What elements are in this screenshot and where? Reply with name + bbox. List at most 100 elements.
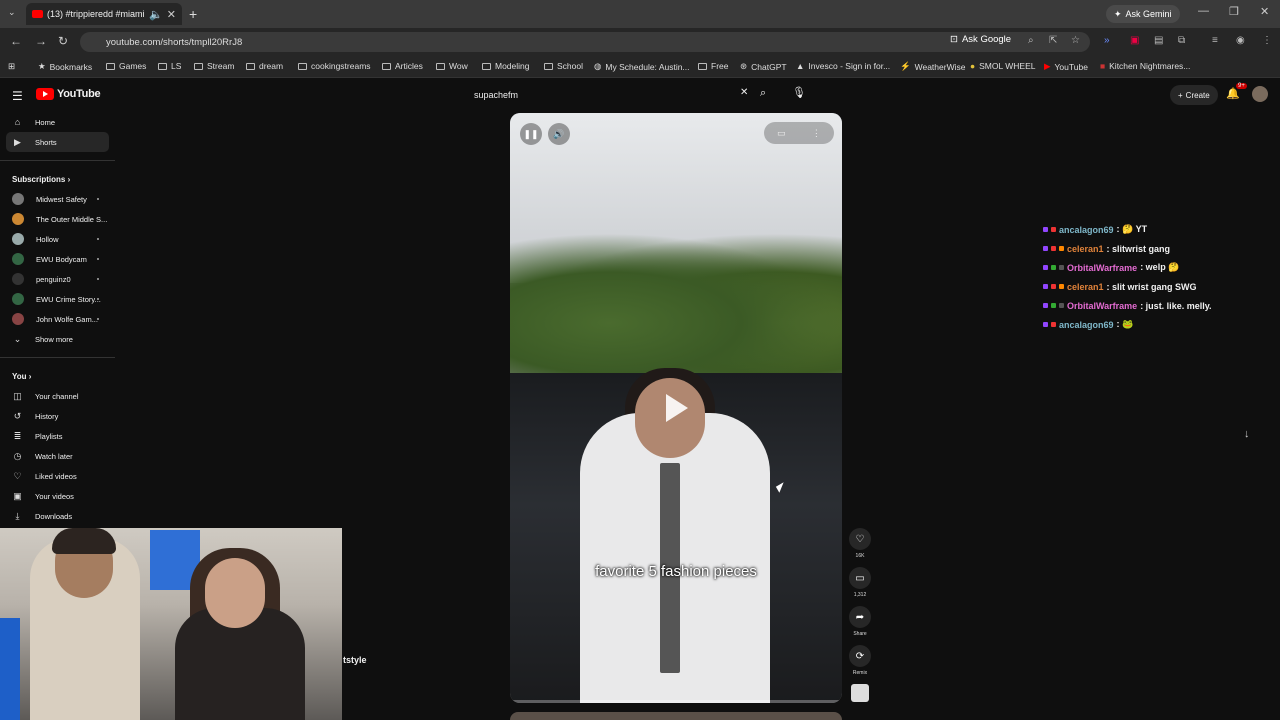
back-icon[interactable]: ← <box>10 34 22 48</box>
bookmark-label: LS <box>171 61 182 71</box>
bookmark-item[interactable]: Games <box>106 61 146 71</box>
bookmark-item[interactable]: ⊛ ChatGPT <box>740 61 787 72</box>
chat-text: : welp 🤔 <box>1140 262 1180 272</box>
window-close-icon[interactable]: ✕ <box>1260 5 1269 18</box>
bookmark-item[interactable]: School <box>544 61 583 71</box>
badge-icon <box>1059 284 1064 289</box>
new-content-dot <box>97 318 99 320</box>
create-button[interactable]: + Create <box>1170 85 1218 105</box>
sidebar-item-watch-later[interactable]: ◷ Watch later <box>0 446 115 466</box>
bookmark-item[interactable]: dream <box>246 61 283 71</box>
bookmark-star-icon[interactable]: ☆ <box>1071 35 1080 46</box>
sidebar-item-home[interactable]: ⌂ Home <box>0 112 115 132</box>
minimize-icon[interactable]: — <box>1198 5 1209 17</box>
sidebar-item-liked-videos[interactable]: ♡ Liked videos <box>0 466 115 486</box>
subscription-item[interactable]: EWU Crime Story... <box>0 289 115 309</box>
sidebar-item-playlists[interactable]: ≣ Playlists <box>0 426 115 446</box>
remix-button[interactable]: ⟳ Remix <box>848 645 872 676</box>
more-options-icon[interactable]: ⋮ <box>812 128 821 139</box>
next-short-preview[interactable] <box>510 712 842 720</box>
browser-tab[interactable]: (13) #trippieredd #miami # 🔈 ✕ <box>26 3 182 25</box>
extension-icon[interactable]: ▣ <box>1130 35 1139 46</box>
chat-message: celeran1 : slitwrist gang <box>1043 239 1273 258</box>
wheel-icon: ● <box>970 61 976 71</box>
forward-icon[interactable]: → <box>35 34 47 48</box>
bookmark-item[interactable]: Free <box>698 61 728 71</box>
sidebar-item-shorts[interactable]: ▶ Shorts <box>6 132 109 152</box>
share-button[interactable]: ➦ Share <box>848 606 872 637</box>
bookmark-item[interactable]: ● SMOL WHEEL <box>970 61 1036 71</box>
bookmark-item[interactable]: ◍ My Schedule: Austin... <box>594 61 690 72</box>
comment-button[interactable]: ▭ 1,312 <box>848 567 872 598</box>
microphone-icon[interactable]: 🎙 <box>792 86 806 99</box>
volume-icon[interactable]: 🔊 <box>548 123 570 145</box>
bookmark-item[interactable]: ▲ Invesco - Sign in for... <box>796 61 890 71</box>
video-progress-bar[interactable] <box>510 700 842 703</box>
clear-search-icon[interactable]: ✕ <box>740 87 748 98</box>
sidebar-item-your-channel[interactable]: ◫ Your channel <box>0 386 115 406</box>
sidebar-item-downloads[interactable]: ⤓ Downloads <box>0 506 115 526</box>
search-icon[interactable]: ⌕ <box>760 87 766 100</box>
bookmark-item[interactable]: ⚡ WeatherWise <box>900 61 965 72</box>
bookmark-item[interactable]: ▶ YouTube <box>1044 61 1088 72</box>
shorts-video-player[interactable]: ❚❚ 🔊 ▭ ⋮ favorite 5 fashion pieces <box>510 113 842 703</box>
avatar[interactable] <box>1252 86 1268 102</box>
subscription-item[interactable]: penguinz0 <box>0 269 115 289</box>
url-field[interactable]: youtube.com/shorts/tmpll20RrJ8 <box>80 32 1090 52</box>
bookmark-item[interactable]: Modeling <box>482 61 530 71</box>
subscriptions-heading[interactable]: Subscriptions › <box>0 169 115 189</box>
subscription-item[interactable]: Hollow <box>0 229 115 249</box>
sound-thumbnail[interactable] <box>851 684 869 702</box>
playlist-icon: ≣ <box>13 430 22 441</box>
ask-google-button[interactable]: ⊡ Ask Google <box>950 34 1011 45</box>
subscription-item[interactable]: Midwest Safety <box>0 189 115 209</box>
bookmark-label: Stream <box>207 61 235 71</box>
install-icon[interactable]: ⇱ <box>1049 35 1057 46</box>
play-icon[interactable] <box>658 391 692 425</box>
like-button[interactable]: ♡ 16K <box>848 528 872 559</box>
new-tab-icon[interactable]: + <box>189 6 197 22</box>
ask-gemini-button[interactable]: ✦ Ask Gemini <box>1106 5 1180 23</box>
bookmark-item[interactable]: cookingstreams <box>298 61 371 71</box>
zoom-icon[interactable]: ⌕ <box>1028 35 1034 46</box>
bookmark-item[interactable]: ★ Bookmarks <box>38 61 92 72</box>
bookmark-item[interactable]: ■ Kitchen Nightmares... <box>1100 61 1190 71</box>
divider <box>0 160 115 161</box>
tab-list-icon[interactable]: ⌄ <box>8 7 16 18</box>
menu-icon[interactable]: ⋮ <box>1262 35 1272 46</box>
youtube-logo[interactable]: YouTube <box>36 88 101 100</box>
reload-icon[interactable]: ↻ <box>58 34 68 48</box>
profile-icon[interactable]: ◉ <box>1236 35 1245 46</box>
bookmark-item[interactable]: LS <box>158 61 181 71</box>
extensions-puzzle-icon[interactable]: ⧉ <box>1178 35 1185 46</box>
search-input[interactable]: supachefm <box>470 85 755 105</box>
extension-icon[interactable]: » <box>1104 35 1110 46</box>
sidebar-item-your-videos[interactable]: ▣ Your videos <box>0 486 115 506</box>
extension-icon[interactable]: ▤ <box>1154 35 1163 46</box>
captions-icon[interactable]: ▭ <box>777 128 786 139</box>
show-more-button[interactable]: ⌄ Show more <box>0 329 115 349</box>
remix-icon: ⟳ <box>849 645 871 667</box>
you-heading[interactable]: You › <box>0 366 115 386</box>
sidebar-item-history[interactable]: ↺ History <box>0 406 115 426</box>
subscription-item[interactable]: EWU Bodycam <box>0 249 115 269</box>
media-icon[interactable]: ≡ <box>1212 35 1218 46</box>
bookmark-label: Games <box>119 61 147 71</box>
bookmark-item[interactable]: Stream <box>194 61 234 71</box>
bookmark-item[interactable]: Wow <box>436 61 468 71</box>
tab-audio-icon[interactable]: 🔈 <box>149 8 163 21</box>
apps-icon[interactable]: ⊞ <box>8 61 15 72</box>
folder-icon <box>194 62 203 70</box>
tab-close-icon[interactable]: ✕ <box>167 8 176 21</box>
youtube-logo-text: YouTube <box>57 88 101 100</box>
chat-text: : just. like. melly. <box>1140 300 1212 311</box>
next-video-arrow-icon[interactable]: ↓ <box>1244 428 1262 446</box>
hamburger-menu-icon[interactable]: ☰ <box>12 89 23 103</box>
subscription-item[interactable]: The Outer Middle S... <box>0 209 115 229</box>
pause-icon[interactable]: ❚❚ <box>520 123 542 145</box>
bookmark-item[interactable]: Articles <box>382 61 423 71</box>
subscription-item[interactable]: John Wolfe Gam... <box>0 309 115 329</box>
maximize-icon[interactable]: ❐ <box>1229 5 1239 18</box>
partial-overlay-text: tstyle <box>343 655 367 665</box>
gemini-icon: ✦ <box>1114 8 1122 19</box>
